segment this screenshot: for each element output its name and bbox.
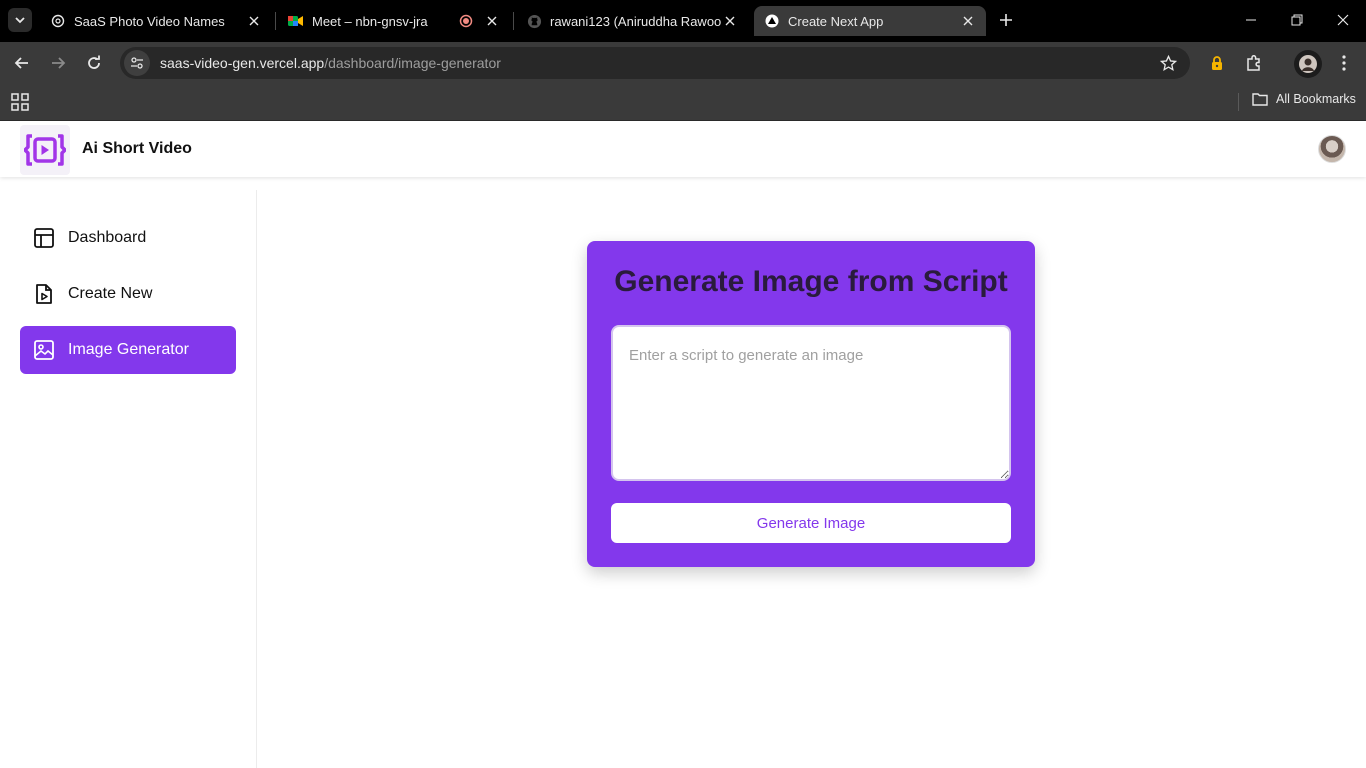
sidebar-item-label: Image Generator <box>68 341 189 358</box>
address-bar[interactable]: saas-video-gen.vercel.app/dashboard/imag… <box>120 47 1190 79</box>
chevron-down-icon <box>15 17 25 24</box>
restore-icon <box>1291 14 1303 26</box>
arrow-right-icon <box>52 57 66 69</box>
generate-image-button[interactable]: Generate Image <box>611 503 1011 543</box>
image-icon <box>33 339 55 361</box>
tab-create-next-app[interactable]: Create Next App <box>754 6 986 36</box>
url-text: saas-video-gen.vercel.app/dashboard/imag… <box>160 55 501 71</box>
url-domain: saas-video-gen.vercel.app <box>160 55 325 71</box>
close-icon[interactable] <box>960 13 976 29</box>
arrow-left-icon <box>14 57 28 69</box>
chatgpt-icon <box>50 13 66 29</box>
puzzle-icon <box>1247 54 1260 71</box>
tab-title: Create Next App <box>788 13 884 29</box>
avatar-icon <box>1299 55 1317 73</box>
minimize-icon <box>1246 19 1256 21</box>
close-window-button[interactable] <box>1320 0 1366 40</box>
extensions-button[interactable] <box>1243 52 1265 74</box>
star-icon <box>1159 54 1177 71</box>
tab-saas-photo[interactable]: SaaS Photo Video Names <box>40 6 272 36</box>
layout-icon <box>33 227 55 249</box>
sidebar-item-dashboard[interactable]: Dashboard <box>20 214 236 262</box>
browser-menu-button[interactable] <box>1333 52 1355 74</box>
close-icon[interactable] <box>484 13 500 29</box>
script-input[interactable] <box>611 325 1011 481</box>
sidebar-item-image-generator[interactable]: Image Generator <box>20 326 236 374</box>
app-title: Ai Short Video <box>82 140 192 157</box>
github-icon <box>526 13 542 29</box>
all-bookmarks-label: All Bookmarks <box>1276 92 1356 106</box>
profile-button[interactable] <box>1294 50 1322 78</box>
close-icon[interactable] <box>722 13 738 29</box>
tab-separator <box>275 12 276 30</box>
more-vert-icon <box>1342 55 1346 71</box>
tab-search-button[interactable] <box>8 8 32 32</box>
nextjs-icon <box>764 13 780 29</box>
tab-separator <box>513 12 514 30</box>
tune-icon <box>131 57 143 69</box>
minimize-button[interactable] <box>1228 0 1274 40</box>
bookmark-star-button[interactable] <box>1158 53 1178 73</box>
sidebar: Dashboard Create New Image Generator <box>0 190 257 768</box>
sidebar-item-label: Dashboard <box>68 229 147 246</box>
recording-icon <box>458 13 474 29</box>
app-header: Ai Short Video <box>0 121 1366 177</box>
bookmarks-bar: All Bookmarks <box>0 84 1366 121</box>
tab-google-meet[interactable]: Meet – nbn-gnsv-jra <box>278 6 510 36</box>
tab-title: rawani123 (Aniruddha Rawool) <box>550 13 722 29</box>
browser-tab-strip: SaaS Photo Video Names Meet – nbn-gnsv-j… <box>0 0 1366 42</box>
folder-icon <box>1252 93 1268 106</box>
reload-icon <box>88 55 100 69</box>
video-logo-icon <box>24 134 66 166</box>
google-meet-icon <box>288 13 304 29</box>
url-path: /dashboard/image-generator <box>324 55 501 71</box>
site-info-button[interactable] <box>124 50 150 76</box>
lock-icon <box>1212 56 1222 70</box>
bookmarks-divider <box>1238 93 1239 111</box>
tab-title: Meet – nbn-gnsv-jra <box>312 13 428 29</box>
plus-icon <box>1000 14 1012 26</box>
reload-button[interactable] <box>80 49 108 77</box>
user-avatar[interactable] <box>1318 135 1346 163</box>
tab-title: SaaS Photo Video Names <box>74 13 225 29</box>
image-generator-card: Generate Image from Script Generate Imag… <box>587 241 1035 567</box>
tab-github[interactable]: rawani123 (Aniruddha Rawool) <box>516 6 748 36</box>
file-video-icon <box>33 283 55 305</box>
close-icon <box>1337 14 1349 26</box>
browser-toolbar: saas-video-gen.vercel.app/dashboard/imag… <box>0 42 1366 84</box>
apps-grid-icon[interactable] <box>11 93 29 111</box>
back-button[interactable] <box>8 49 36 77</box>
forward-button[interactable] <box>44 49 72 77</box>
extension-lock-button[interactable] <box>1206 52 1228 74</box>
new-tab-button[interactable] <box>994 8 1018 32</box>
app-logo[interactable] <box>20 125 70 175</box>
sidebar-item-label: Create New <box>68 285 153 302</box>
all-bookmarks-button[interactable]: All Bookmarks <box>1252 92 1356 106</box>
close-icon[interactable] <box>246 13 262 29</box>
restore-button[interactable] <box>1274 0 1320 40</box>
generator-title: Generate Image from Script <box>614 265 1008 298</box>
page-viewport: Ai Short Video Dashboard Create New Imag… <box>0 121 1366 768</box>
sidebar-item-create-new[interactable]: Create New <box>20 270 236 318</box>
